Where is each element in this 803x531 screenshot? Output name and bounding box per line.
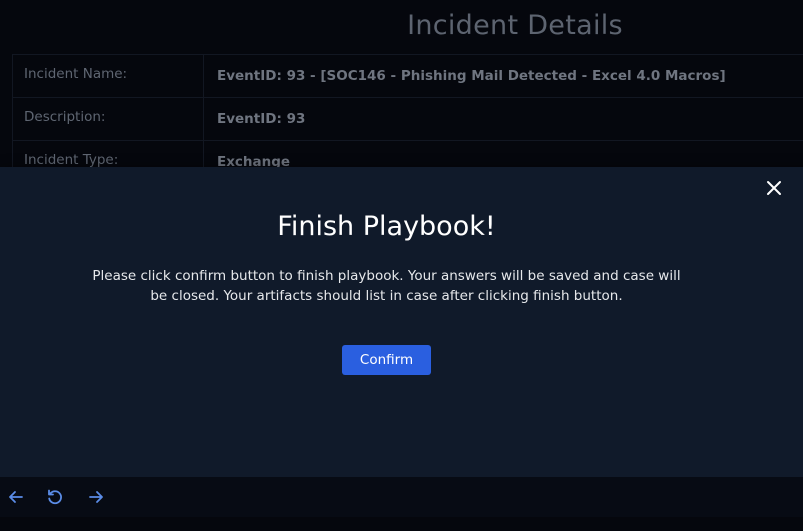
reload-icon[interactable] bbox=[46, 488, 64, 506]
details-label: Incident Name: bbox=[13, 55, 204, 97]
arrow-left-icon[interactable] bbox=[7, 488, 25, 506]
modal-message: Please click confirm button to finish pl… bbox=[92, 268, 681, 304]
details-value: EventID: 93 bbox=[217, 111, 306, 127]
modal-title: Finish Playbook! bbox=[277, 211, 496, 242]
confirm-button[interactable]: Confirm bbox=[342, 345, 431, 375]
finish-playbook-modal: Finish Playbook! Please click confirm bu… bbox=[0, 167, 803, 477]
details-row-incident-name: Incident Name: EventID: 93 - [SOC146 - P… bbox=[12, 55, 803, 98]
browser-nav-bar bbox=[0, 477, 803, 517]
arrow-right-icon[interactable] bbox=[87, 488, 105, 506]
page-title: Incident Details bbox=[407, 10, 623, 41]
details-label: Description: bbox=[13, 98, 204, 140]
close-icon[interactable] bbox=[765, 179, 783, 197]
details-value: EventID: 93 - [SOC146 - Phishing Mail De… bbox=[217, 68, 726, 84]
details-row-description: Description: EventID: 93 bbox=[12, 98, 803, 141]
incident-details-table: Incident Name: EventID: 93 - [SOC146 - P… bbox=[12, 54, 803, 184]
